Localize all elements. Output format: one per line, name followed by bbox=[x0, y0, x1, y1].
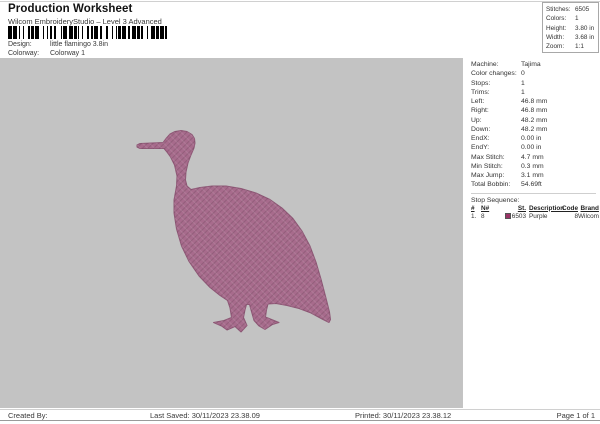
footer-last-saved: Last Saved: 30/11/2023 23.38.09 bbox=[150, 411, 260, 420]
page-title: Production Worksheet bbox=[8, 3, 132, 15]
footer-created-by: Created By: bbox=[8, 411, 48, 420]
stitch-texture-b bbox=[137, 131, 331, 333]
summary-row: Stitches: 6505 bbox=[546, 5, 596, 14]
stop-sequence-label: Stop Sequence: bbox=[471, 196, 596, 205]
thread-row-stitches: 6503 bbox=[505, 213, 526, 222]
flamingo-design bbox=[0, 58, 462, 408]
spec-label: Total Bobbin: bbox=[471, 180, 521, 189]
spec-value: 0.00 in bbox=[521, 143, 596, 152]
spec-row: Down: 48.2 mm bbox=[471, 125, 596, 134]
thread-stitch-count: 6503 bbox=[512, 213, 526, 220]
spec-label: Right: bbox=[471, 106, 521, 115]
col-header-code: Code bbox=[562, 205, 578, 214]
summary-label: Colors: bbox=[546, 14, 575, 23]
summary-row: Zoom: 1:1 bbox=[546, 42, 596, 51]
summary-label: Height: bbox=[546, 24, 575, 33]
spec-label: Min Stitch: bbox=[471, 162, 521, 171]
summary-row: Colors: 1 bbox=[546, 14, 596, 23]
spec-value: 1 bbox=[521, 88, 596, 97]
spec-row: EndX: 0.00 in bbox=[471, 134, 596, 143]
spec-row: Min Stitch: 0.3 mm bbox=[471, 162, 596, 171]
design-label: Design: bbox=[8, 41, 50, 48]
thread-row-num: 1. bbox=[471, 213, 481, 222]
spec-label: Color changes: bbox=[471, 69, 521, 78]
spec-value: 0.00 in bbox=[521, 134, 596, 143]
design-canvas bbox=[0, 58, 462, 408]
app-subtitle: Wilcom EmbroideryStudio – Level 3 Advanc… bbox=[8, 17, 162, 26]
spec-row: Color changes: 0 bbox=[471, 69, 596, 78]
col-header-stitches: St. bbox=[518, 205, 526, 214]
design-summary-box: Stitches: 6505 Colors: 1 Height: 3.80 in… bbox=[542, 2, 599, 53]
spec-label: EndY: bbox=[471, 143, 521, 152]
machine-info-panel: Machine: Tajima Color changes: 0 Stops: … bbox=[462, 58, 600, 408]
spec-row: Max Stitch: 4.7 mm bbox=[471, 153, 596, 162]
summary-value: 3.80 in bbox=[575, 24, 596, 33]
spec-value: 54.69ft bbox=[521, 180, 596, 189]
stop-sequence-table: # N# St. Description Code Brand 1. 8 650… bbox=[471, 205, 596, 222]
colorway-label: Colorway: bbox=[8, 50, 50, 57]
spec-label: Stops: bbox=[471, 79, 521, 88]
spec-label: EndX: bbox=[471, 134, 521, 143]
spec-label: Down: bbox=[471, 125, 521, 134]
summary-value: 1 bbox=[575, 14, 596, 23]
spec-value: 3.1 mm bbox=[521, 171, 596, 180]
col-header-brand: Brand bbox=[580, 205, 598, 214]
spec-label: Up: bbox=[471, 116, 521, 125]
design-row: Design:little flamingo 3.8in bbox=[8, 41, 108, 48]
spec-label: Max Jump: bbox=[471, 171, 521, 180]
colorway-value: Colorway 1 bbox=[50, 50, 85, 57]
spec-row: Trims: 1 bbox=[471, 88, 596, 97]
spec-row: Left: 46.8 mm bbox=[471, 97, 596, 106]
spec-value: 46.8 mm bbox=[521, 97, 596, 106]
spec-row: Machine: Tajima bbox=[471, 60, 596, 69]
spec-label: Max Stitch: bbox=[471, 153, 521, 162]
footer-page-number: Page 1 of 1 bbox=[557, 411, 595, 420]
spec-value: 48.2 mm bbox=[521, 125, 596, 134]
summary-label: Width: bbox=[546, 33, 575, 42]
thread-row-needle: 8 bbox=[481, 213, 496, 222]
colorway-row: Colorway:Colorway 1 bbox=[8, 50, 85, 57]
spec-value: 4.7 mm bbox=[521, 153, 596, 162]
spec-value: 46.8 mm bbox=[521, 106, 596, 115]
machine-spec-list: Machine: Tajima Color changes: 0 Stops: … bbox=[471, 60, 596, 190]
col-header-needle: N# bbox=[481, 205, 496, 214]
summary-label: Zoom: bbox=[546, 42, 575, 51]
top-border-line bbox=[0, 1, 600, 2]
summary-value: 3.68 in bbox=[575, 33, 596, 42]
spec-value: Tajima bbox=[521, 60, 596, 69]
summary-row: Width: 3.68 in bbox=[546, 33, 596, 42]
col-header-description: Description bbox=[526, 205, 563, 214]
spec-label: Machine: bbox=[471, 60, 521, 69]
spec-value: 48.2 mm bbox=[521, 116, 596, 125]
production-worksheet-page: { "page": { "title": "Production Workshe… bbox=[0, 0, 600, 424]
summary-row: Height: 3.80 in bbox=[546, 24, 596, 33]
spec-label: Left: bbox=[471, 97, 521, 106]
summary-label: Stitches: bbox=[546, 5, 575, 14]
thread-color-swatch bbox=[505, 213, 511, 219]
thread-row-brand: Wilcom bbox=[578, 213, 599, 222]
thread-row-description: Purple bbox=[526, 213, 563, 222]
design-value: little flamingo 3.8in bbox=[50, 41, 108, 48]
spec-value: 0.3 mm bbox=[521, 162, 596, 171]
spec-row: Total Bobbin: 54.69ft bbox=[471, 180, 596, 189]
footer-printed: Printed: 30/11/2023 23.38.12 bbox=[355, 411, 451, 420]
spec-row: Up: 48.2 mm bbox=[471, 116, 596, 125]
summary-value: 1:1 bbox=[575, 42, 596, 51]
footer-bottom-line bbox=[0, 420, 600, 421]
col-header-num: # bbox=[471, 205, 481, 214]
stop-sequence-section: Stop Sequence: # N# St. Description Code… bbox=[471, 193, 596, 222]
spec-label: Trims: bbox=[471, 88, 521, 97]
spec-row: Right: 46.8 mm bbox=[471, 106, 596, 115]
summary-value: 6505 bbox=[575, 5, 596, 14]
spec-row: Max Jump: 3.1 mm bbox=[471, 171, 596, 180]
design-barcode bbox=[8, 26, 168, 39]
spec-row: EndY: 0.00 in bbox=[471, 143, 596, 152]
spec-value: 0 bbox=[521, 69, 596, 78]
spec-row: Stops: 1 bbox=[471, 79, 596, 88]
footer-top-line bbox=[0, 409, 600, 410]
spec-value: 1 bbox=[521, 79, 596, 88]
